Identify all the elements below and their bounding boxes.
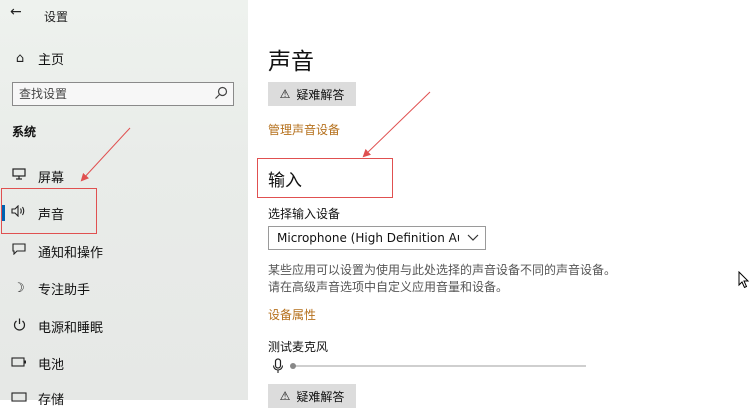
battery-icon — [10, 356, 28, 371]
main-content: 声音 ⚠ 疑难解答 管理声音设备 输入 选择输入设备 Microphone (H… — [248, 0, 751, 408]
input-device-value: Microphone (High Definition Au... — [277, 231, 459, 245]
mic-level-meter — [292, 365, 586, 367]
nav-home[interactable]: ⌂ 主页 — [10, 48, 64, 68]
sidebar-item-label: 存储 — [38, 392, 65, 408]
sidebar-item-notifications[interactable]: 通知和操作 — [0, 236, 248, 266]
mouse-cursor-icon — [738, 271, 750, 289]
sidebar-item-label: 电池 — [38, 357, 65, 373]
moon-icon: ☽ — [13, 280, 25, 296]
search-input[interactable] — [19, 85, 209, 103]
sidebar-item-power-sleep[interactable]: 电源和睡眠 — [0, 311, 248, 341]
warning-icon: ⚠ — [279, 87, 291, 101]
search-icon[interactable] — [214, 86, 228, 100]
notification-icon — [10, 243, 28, 259]
troubleshoot-label: 疑难解答 — [296, 87, 345, 102]
search-box[interactable] — [12, 82, 234, 106]
storage-icon — [10, 391, 28, 406]
home-icon: ⌂ — [15, 50, 25, 66]
input-heading: 输入 — [268, 171, 302, 191]
monitor-icon — [10, 168, 28, 184]
troubleshoot-button[interactable]: ⚠ 疑难解答 — [268, 82, 356, 106]
sidebar-item-label: 屏幕 — [38, 170, 65, 186]
back-arrow-icon[interactable]: ← — [10, 4, 22, 20]
warning-icon: ⚠ — [279, 389, 291, 403]
select-input-device-label: 选择输入设备 — [268, 207, 341, 221]
sidebar-item-label: 专注助手 — [38, 282, 91, 298]
sidebar-item-storage[interactable]: 存储 — [0, 383, 248, 413]
sidebar-item-label: 声音 — [38, 207, 65, 223]
test-microphone-label: 测试麦克风 — [268, 340, 329, 354]
sidebar-item-focus-assist[interactable]: ☽ 专注助手 — [0, 273, 248, 303]
title-bar: ← 设置 — [0, 0, 248, 30]
sidebar-item-sound[interactable]: 声音 — [0, 198, 248, 228]
app-title: 设置 — [44, 10, 69, 24]
speaker-icon — [10, 204, 28, 221]
sidebar-item-battery[interactable]: 电池 — [0, 348, 248, 378]
input-device-dropdown[interactable]: Microphone (High Definition Au... — [268, 226, 486, 250]
troubleshoot-button-2[interactable]: ⚠ 疑难解答 — [268, 384, 356, 408]
sidebar-item-display[interactable]: 屏幕 — [0, 161, 248, 191]
power-icon — [10, 318, 28, 335]
sidebar: ← 设置 ⌂ 主页 系统 屏幕 声音 通知和操作 ☽ 专注助手 — [0, 0, 248, 408]
mic-level-indicator — [290, 363, 296, 369]
section-title-system: 系统 — [12, 125, 37, 139]
input-description: 某些应用可以设置为使用与此处选择的声音设备不同的声音设备。请在高级声音选项中自定… — [268, 263, 617, 294]
page-title: 声音 — [268, 49, 314, 75]
sidebar-item-label: 通知和操作 — [38, 245, 104, 261]
chevron-down-icon — [467, 234, 479, 241]
troubleshoot-label: 疑难解答 — [296, 389, 345, 404]
microphone-icon — [272, 358, 284, 373]
device-properties-link[interactable]: 设备属性 — [268, 306, 316, 323]
sidebar-item-label: 电源和睡眠 — [38, 320, 104, 336]
nav-home-label: 主页 — [38, 52, 65, 68]
manage-sound-devices-link[interactable]: 管理声音设备 — [268, 121, 340, 138]
